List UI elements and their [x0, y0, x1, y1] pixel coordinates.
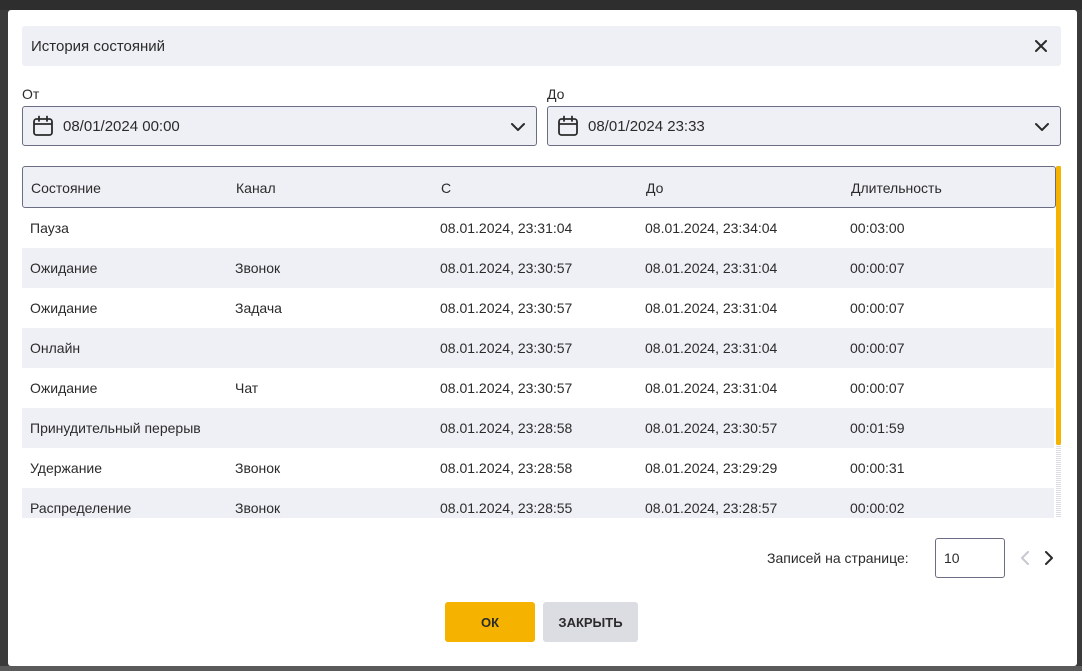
- cell-channel: Чат: [235, 380, 259, 396]
- cell-state: Онлайн: [30, 340, 81, 356]
- calendar-icon: [557, 115, 579, 142]
- table-row: Пауза 08.01.2024, 23:31:04 08.01.2024, 2…: [22, 208, 1054, 248]
- cell-from: 08.01.2024, 23:30:57: [440, 300, 573, 316]
- cell-to: 08.01.2024, 23:31:04: [645, 340, 778, 356]
- cell-from: 08.01.2024, 23:30:57: [440, 380, 573, 396]
- cell-from: 08.01.2024, 23:28:55: [440, 500, 573, 516]
- cell-state: Удержание: [30, 460, 103, 476]
- cell-channel: Звонок: [235, 460, 281, 476]
- cell-duration: 00:00:07: [850, 300, 905, 316]
- chevron-down-icon: [510, 119, 526, 140]
- column-header-state[interactable]: Состояние: [31, 180, 101, 196]
- table-scrollbar-thumb[interactable]: [1056, 166, 1061, 445]
- dialog-title: История состояний: [31, 38, 166, 55]
- cell-state: Ожидание: [30, 260, 98, 276]
- table-header: Состояние Канал С До Длительность: [22, 166, 1056, 208]
- column-header-channel[interactable]: Канал: [236, 180, 276, 196]
- prev-page-button[interactable]: [1016, 548, 1034, 568]
- column-header-duration[interactable]: Длительность: [851, 180, 942, 196]
- from-date-picker[interactable]: 08/01/2024 00:00: [22, 106, 537, 146]
- state-history-table: Состояние Канал С До Длительность Пауза …: [22, 166, 1061, 518]
- cell-from: 08.01.2024, 23:31:04: [440, 220, 573, 236]
- from-label: От: [22, 86, 40, 102]
- cell-to: 08.01.2024, 23:28:57: [645, 500, 778, 516]
- state-history-dialog: История состояний От 08/01/2024 00:00 До: [8, 10, 1077, 666]
- cell-to: 08.01.2024, 23:31:04: [645, 300, 778, 316]
- table-row: Ожидание Звонок 08.01.2024, 23:30:57 08.…: [22, 248, 1054, 288]
- chevron-left-icon: [1021, 551, 1029, 565]
- cell-channel: Звонок: [235, 500, 281, 516]
- from-date-value: 08/01/2024 00:00: [63, 118, 180, 135]
- backdrop: [0, 0, 1082, 10]
- ok-button[interactable]: ОК: [445, 602, 535, 642]
- cell-state: Распределение: [30, 500, 132, 516]
- cell-duration: 00:00:02: [850, 500, 905, 516]
- dialog-header: История состояний: [22, 26, 1061, 66]
- cell-duration: 00:00:07: [850, 340, 905, 356]
- calendar-icon: [32, 115, 54, 142]
- cell-duration: 00:01:59: [850, 420, 905, 436]
- close-icon[interactable]: [1031, 36, 1051, 56]
- cell-duration: 00:00:07: [850, 380, 905, 396]
- table-row: Онлайн 08.01.2024, 23:30:57 08.01.2024, …: [22, 328, 1054, 368]
- cell-channel: Задача: [235, 300, 282, 316]
- cell-to: 08.01.2024, 23:30:57: [645, 420, 778, 436]
- column-header-from[interactable]: С: [441, 180, 451, 196]
- table-row: Удержание Звонок 08.01.2024, 23:28:58 08…: [22, 448, 1054, 488]
- column-header-to[interactable]: До: [646, 180, 663, 196]
- per-page-label: Записей на странице:: [767, 550, 909, 566]
- to-date-value: 08/01/2024 23:33: [588, 118, 705, 135]
- cell-channel: Звонок: [235, 260, 281, 276]
- cell-state: Ожидание: [30, 300, 98, 316]
- cell-duration: 00:03:00: [850, 220, 905, 236]
- per-page-input[interactable]: [935, 538, 1005, 578]
- cell-to: 08.01.2024, 23:31:04: [645, 260, 778, 276]
- cell-state: Пауза: [30, 220, 69, 236]
- cell-to: 08.01.2024, 23:29:29: [645, 460, 778, 476]
- to-label: До: [547, 86, 565, 102]
- cell-to: 08.01.2024, 23:34:04: [645, 220, 778, 236]
- cell-state: Принудительный перерыв: [30, 420, 201, 436]
- cell-state: Ожидание: [30, 380, 98, 396]
- table-row: Принудительный перерыв 08.01.2024, 23:28…: [22, 408, 1054, 448]
- backdrop-bottom: [0, 666, 1082, 671]
- to-date-picker[interactable]: 08/01/2024 23:33: [547, 106, 1061, 146]
- table-row: Ожидание Чат 08.01.2024, 23:30:57 08.01.…: [22, 368, 1054, 408]
- cell-duration: 00:00:31: [850, 460, 905, 476]
- table-row: Ожидание Задача 08.01.2024, 23:30:57 08.…: [22, 288, 1054, 328]
- cell-from: 08.01.2024, 23:30:57: [440, 260, 573, 276]
- cell-to: 08.01.2024, 23:31:04: [645, 380, 778, 396]
- cell-from: 08.01.2024, 23:28:58: [440, 460, 573, 476]
- cell-from: 08.01.2024, 23:30:57: [440, 340, 573, 356]
- table-row: Распределение Звонок 08.01.2024, 23:28:5…: [22, 488, 1054, 518]
- close-button[interactable]: ЗАКРЫТЬ: [543, 602, 638, 642]
- cell-from: 08.01.2024, 23:28:58: [440, 420, 573, 436]
- next-page-button[interactable]: [1040, 548, 1058, 568]
- chevron-down-icon: [1034, 119, 1050, 140]
- chevron-right-icon: [1045, 551, 1053, 565]
- cell-duration: 00:00:07: [850, 260, 905, 276]
